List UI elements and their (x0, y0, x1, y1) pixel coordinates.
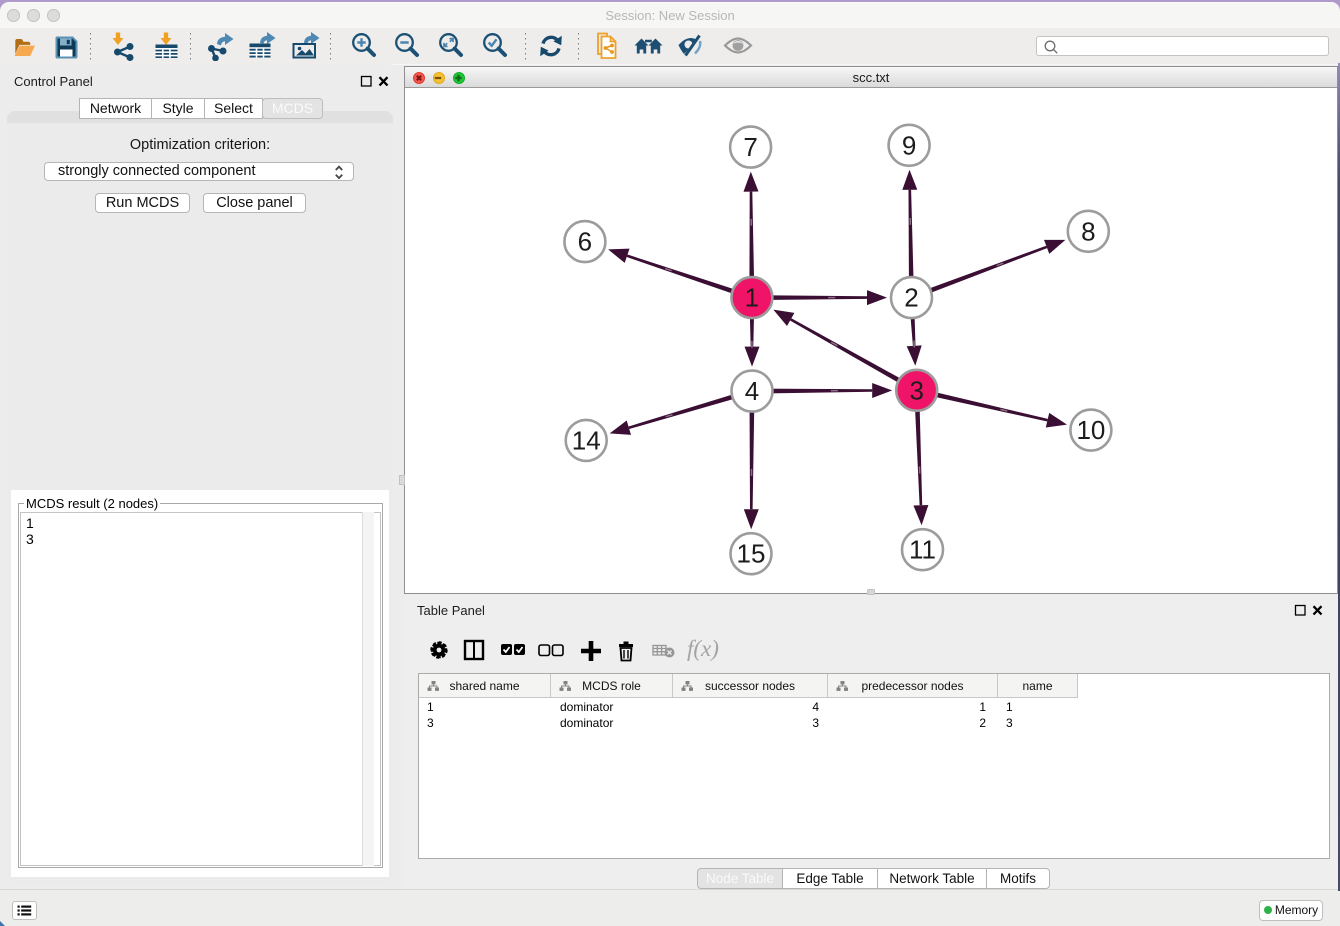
svg-text:15: 15 (737, 539, 766, 569)
svg-text:8: 8 (1081, 216, 1095, 246)
svg-text:6: 6 (578, 227, 592, 257)
svg-text:4: 4 (745, 376, 759, 406)
svg-text:10: 10 (1076, 415, 1105, 445)
svg-text:1: 1 (745, 283, 759, 313)
svg-text:3: 3 (909, 375, 923, 405)
svg-text:14: 14 (572, 425, 601, 455)
svg-text:9: 9 (902, 130, 916, 160)
svg-text:7: 7 (743, 132, 757, 162)
svg-text:11: 11 (909, 535, 936, 565)
svg-text:2: 2 (904, 283, 918, 313)
